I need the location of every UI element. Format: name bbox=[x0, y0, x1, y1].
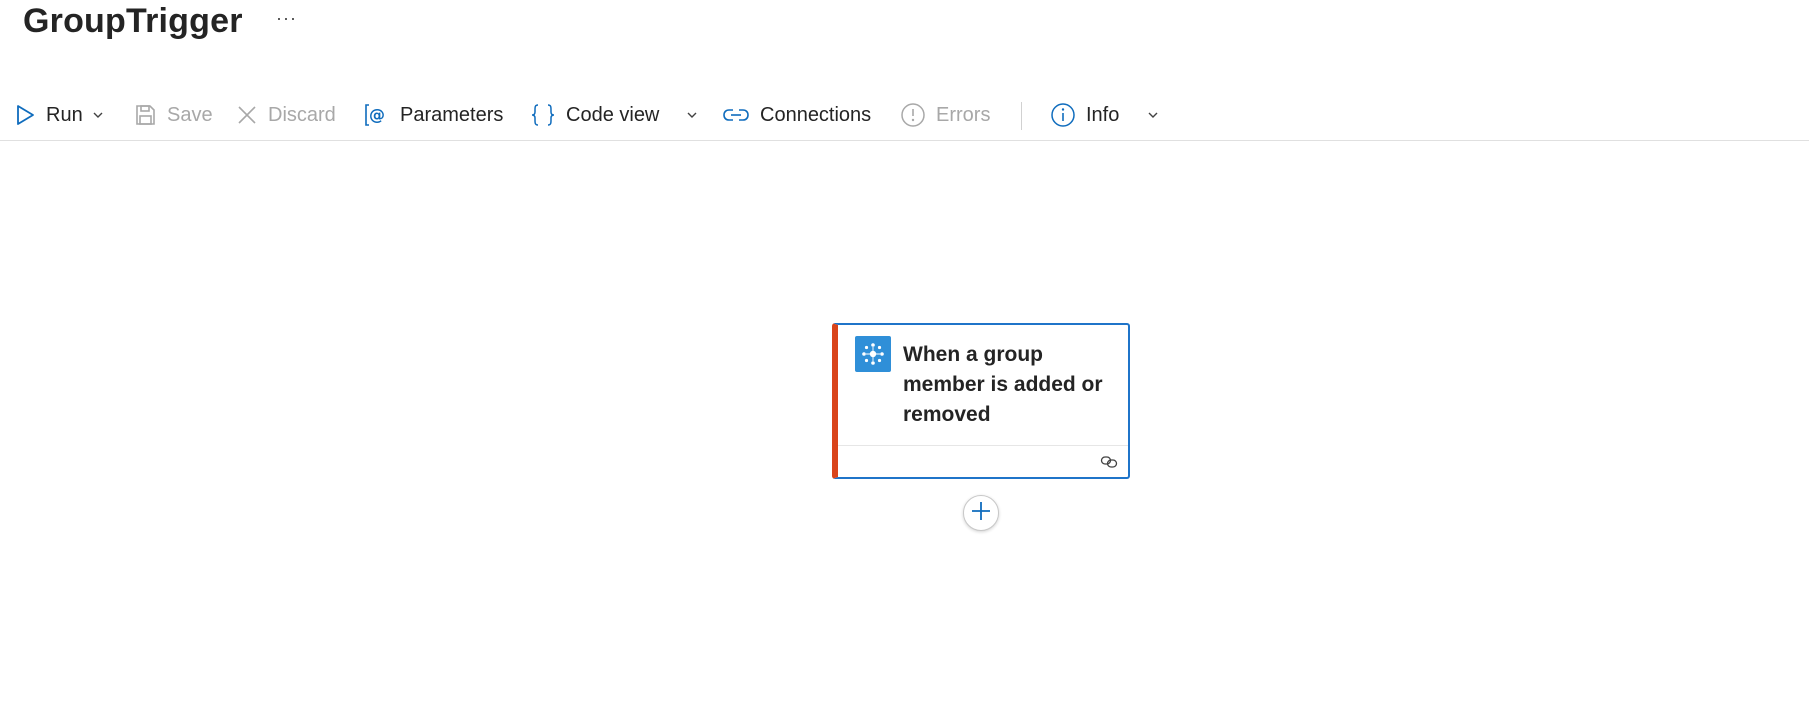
info-icon bbox=[1050, 102, 1076, 128]
info-label: Info bbox=[1086, 103, 1120, 126]
code-view-button[interactable]: Code view bbox=[530, 98, 659, 132]
info-button[interactable]: Info bbox=[1050, 98, 1119, 132]
chevron-down-icon[interactable] bbox=[1146, 108, 1160, 122]
page-title: GroupTrigger bbox=[23, 2, 243, 40]
parameters-button[interactable]: @ Parameters bbox=[364, 98, 503, 132]
connection-link-icon[interactable] bbox=[1100, 454, 1118, 475]
parameters-label: Parameters bbox=[400, 103, 504, 126]
discard-button[interactable]: Discard bbox=[236, 98, 336, 132]
link-icon bbox=[722, 103, 750, 127]
toolbar-divider bbox=[1021, 102, 1022, 130]
run-label: Run bbox=[46, 103, 83, 126]
info-dropdown[interactable] bbox=[1146, 98, 1160, 132]
connections-label: Connections bbox=[760, 103, 872, 126]
connections-button[interactable]: Connections bbox=[722, 98, 871, 132]
office-groups-icon bbox=[855, 336, 891, 372]
trigger-card[interactable]: When a group member is added or removed bbox=[832, 323, 1130, 479]
card-divider bbox=[838, 445, 1128, 446]
run-button[interactable]: Run bbox=[14, 98, 105, 132]
parameters-icon: @ bbox=[364, 102, 390, 128]
add-step-button[interactable] bbox=[963, 495, 999, 531]
code-view-label: Code view bbox=[566, 103, 660, 126]
discard-label: Discard bbox=[268, 103, 336, 126]
designer-header: GroupTrigger ··· bbox=[0, 0, 1809, 80]
close-icon bbox=[236, 104, 258, 126]
designer-canvas[interactable]: When a group member is added or removed bbox=[0, 141, 1809, 713]
curly-braces-icon bbox=[530, 102, 556, 128]
trigger-title: When a group member is added or removed bbox=[903, 343, 1103, 426]
save-button[interactable]: Save bbox=[133, 98, 213, 132]
plus-icon bbox=[970, 500, 992, 527]
chevron-down-icon[interactable] bbox=[685, 108, 699, 122]
error-icon bbox=[900, 102, 926, 128]
more-options-button[interactable]: ··· bbox=[276, 8, 297, 29]
play-icon bbox=[14, 103, 36, 127]
chevron-down-icon[interactable] bbox=[91, 108, 105, 122]
svg-text:@: @ bbox=[369, 105, 385, 124]
save-label: Save bbox=[167, 103, 213, 126]
errors-label: Errors bbox=[936, 103, 991, 126]
code-view-dropdown[interactable] bbox=[685, 98, 699, 132]
designer-toolbar: Run Save Discard @ Parameters Code view bbox=[0, 92, 1809, 141]
save-icon bbox=[133, 103, 157, 127]
errors-button[interactable]: Errors bbox=[900, 98, 990, 132]
